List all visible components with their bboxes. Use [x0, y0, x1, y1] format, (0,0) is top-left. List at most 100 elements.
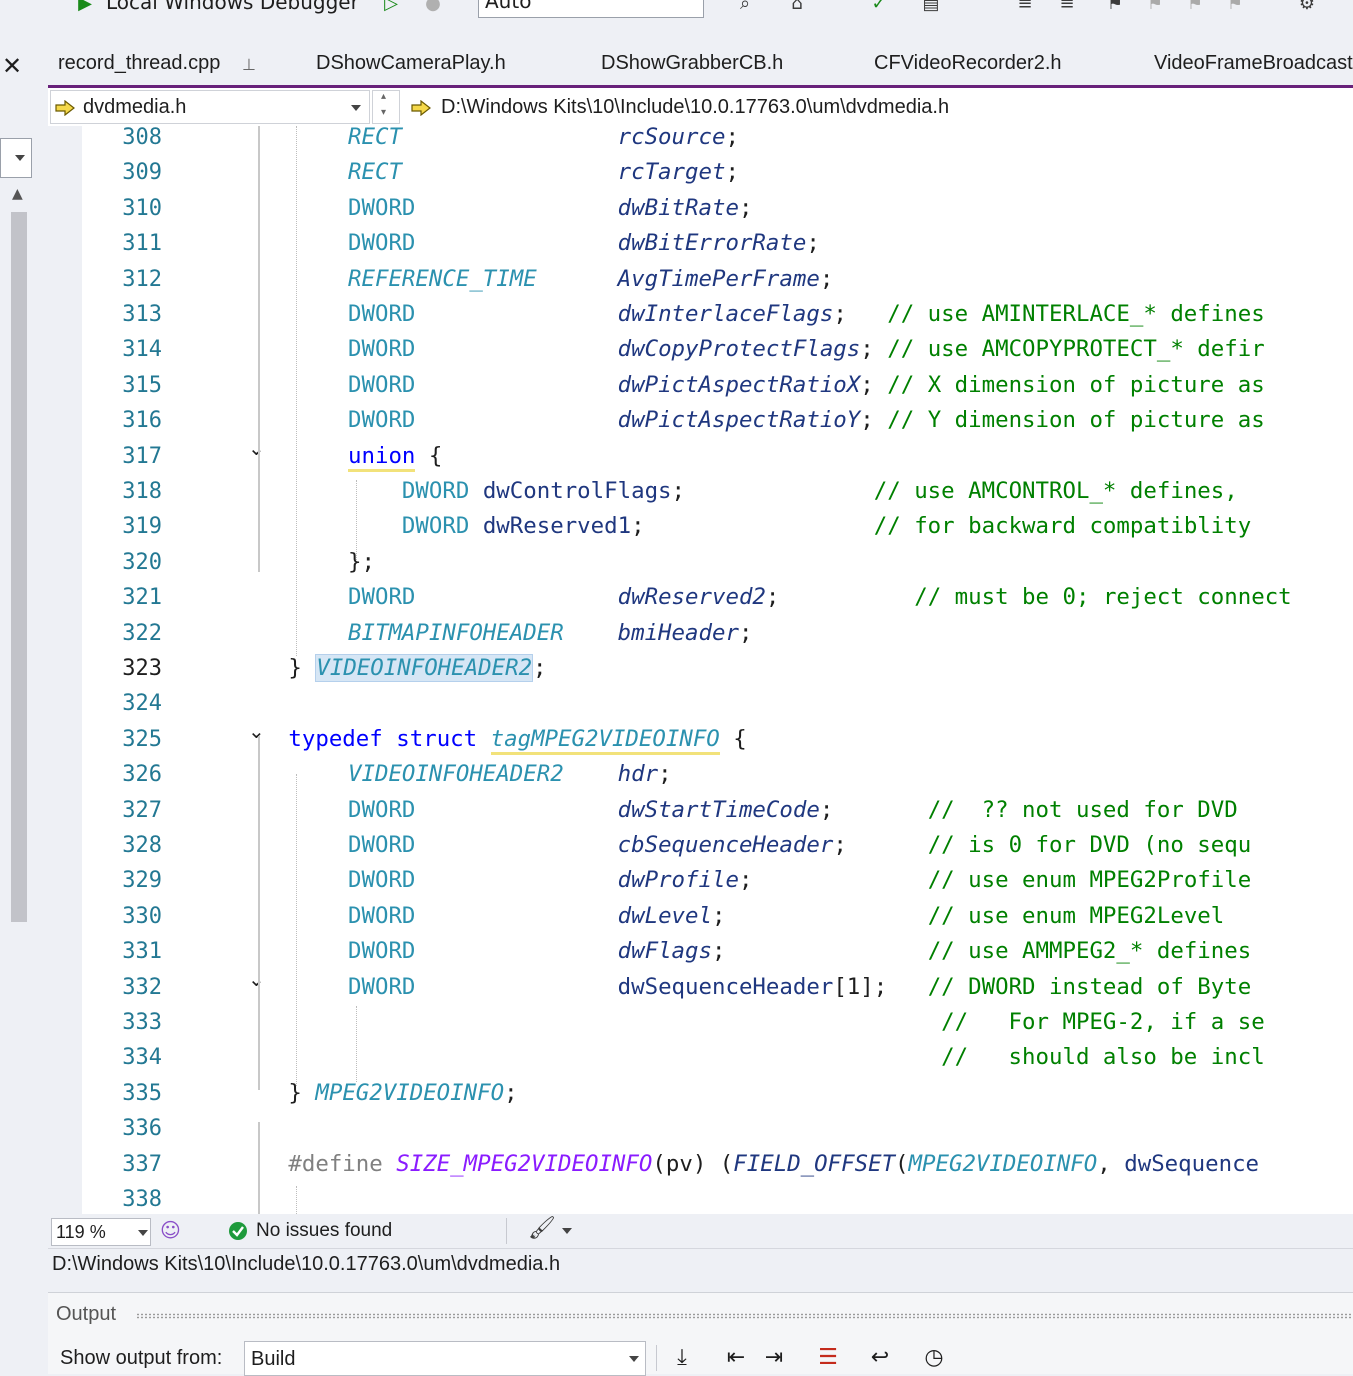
start-without-debugging-icon[interactable]: ▷: [382, 0, 400, 13]
outdent-icon[interactable]: ≡: [1016, 0, 1034, 13]
line-number: 327: [122, 797, 162, 823]
line-number: 330: [122, 903, 162, 929]
code-line[interactable]: 327 DWORD dwStartTimeCode; // ?? not used…: [48, 793, 1353, 828]
document-tab-bar: record_thread.cpp ⊥ DShowCameraPlay.h DS…: [48, 44, 1353, 88]
bookmark-prev-icon[interactable]: ⚑: [1146, 0, 1164, 13]
code-line[interactable]: 322 BITMAPINFOHEADER bmiHeader;: [48, 616, 1353, 651]
code-text: };: [348, 548, 375, 575]
previous-message-icon[interactable]: ⇤: [722, 1345, 750, 1371]
code-line[interactable]: 318 DWORD dwControlFlags; // use AMCONTR…: [48, 474, 1353, 509]
tab-dshow-grabber-cb[interactable]: DShowGrabberCB.h: [601, 52, 783, 75]
pin-icon[interactable]: ⊥: [242, 55, 256, 75]
code-text: // For MPEG-2, if a se: [941, 1009, 1265, 1035]
find-message-icon[interactable]: ⤓: [668, 1345, 696, 1371]
code-line[interactable]: 308 RECT rcSource;: [48, 126, 1353, 155]
code-line[interactable]: 336: [48, 1111, 1353, 1146]
gear-icon[interactable]: ⚙: [1298, 0, 1316, 13]
check-icon[interactable]: ✓: [870, 0, 888, 13]
code-text: // should also be incl: [941, 1044, 1265, 1071]
next-message-icon[interactable]: ⇥: [760, 1345, 788, 1371]
code-line[interactable]: 334 // should also be incl: [48, 1040, 1353, 1075]
bookmark-clear-icon[interactable]: ⚑: [1226, 0, 1244, 13]
code-line[interactable]: 314 DWORD dwCopyProtectFlags; // use AMCO…: [48, 332, 1353, 367]
code-line[interactable]: 330 DWORD dwLevel; // use enum MPEG2Level: [48, 899, 1353, 934]
output-source-select[interactable]: Build: [244, 1341, 646, 1376]
code-line[interactable]: 310 DWORD dwBitRate;: [48, 191, 1353, 226]
config-value: Auto: [485, 0, 532, 13]
clear-all-icon[interactable]: ☰: [814, 1345, 842, 1371]
line-number: 320: [122, 549, 162, 575]
copilot-icon[interactable]: ☺: [160, 1218, 181, 1242]
code-text: union {: [348, 439, 442, 474]
code-text: DWORD cbSequenceHeader; // is 0 for DVD …: [348, 832, 1252, 858]
divider: [656, 1345, 657, 1371]
word-wrap-icon[interactable]: ↩: [866, 1345, 894, 1371]
vertical-scrollbar[interactable]: [11, 212, 27, 922]
code-line[interactable]: 337 #define SIZE_MPEG2VIDEOINFO(pv) (FIEL…: [48, 1147, 1353, 1182]
issues-status[interactable]: No issues found: [256, 1220, 392, 1242]
tab-video-frame-broadcast[interactable]: VideoFrameBroadcast: [1154, 52, 1353, 75]
code-line[interactable]: 332 ⌄ DWORD dwSequenceHeader[1]; // DWORD …: [48, 967, 1353, 1005]
code-editor[interactable]: 308 RECT rcSource; 309 RECT rcTarget; 310 DWO…: [48, 126, 1353, 1214]
bookmark-icon[interactable]: ⚑: [1106, 0, 1124, 13]
collapse-chevron-icon[interactable]: ⌄: [248, 431, 265, 466]
config-combo[interactable]: Auto: [478, 0, 704, 18]
line-number: 317: [122, 443, 162, 469]
member-dropdown[interactable]: D:\Windows Kits\10\Include\10.0.17763.0\…: [404, 90, 1351, 124]
code-line[interactable]: 329 DWORD dwProfile; // use enum MPEG2Pro…: [48, 863, 1353, 898]
code-line[interactable]: 312 REFERENCE_TIME AvgTimePerFrame;: [48, 262, 1353, 297]
cleanup-brush-icon[interactable]: 🖌: [528, 1216, 556, 1241]
file-scope-dropdown[interactable]: dvdmedia.h: [50, 90, 370, 124]
line-number: 323: [122, 656, 162, 681]
code-line[interactable]: 309 RECT rcTarget;: [48, 155, 1353, 190]
code-line[interactable]: 325 ⌄ typedef struct tagMPEG2VIDEOINFO {: [48, 719, 1353, 757]
clock-icon[interactable]: ◷: [920, 1345, 948, 1371]
outline-guide: [258, 736, 260, 1090]
code-line[interactable]: 326 VIDEOINFOHEADER2 hdr;: [48, 757, 1353, 792]
code-line[interactable]: 319 DWORD dwReserved1; // for backward c…: [48, 509, 1353, 544]
line-number: 338: [122, 1187, 162, 1212]
home-icon[interactable]: ⌂: [788, 0, 806, 13]
code-line[interactable]: 320};: [48, 545, 1353, 580]
code-line[interactable]: 324: [48, 686, 1353, 721]
close-icon[interactable]: ✕: [2, 52, 22, 80]
code-line[interactable]: 333 // For MPEG-2, if a se: [48, 1005, 1353, 1040]
bookmark-next-icon[interactable]: ⚑: [1186, 0, 1204, 13]
debugger-label[interactable]: Local Windows Debugger: [106, 0, 359, 14]
indent-icon[interactable]: ≡: [1058, 0, 1076, 13]
split-spinner[interactable]: ▴ ▾: [372, 90, 400, 124]
zoom-combo[interactable]: 119 %: [51, 1218, 151, 1246]
code-text: DWORD dwPictAspectRatioX; // X dimension…: [348, 371, 1265, 398]
find-in-files-icon[interactable]: ⌕: [736, 0, 754, 13]
code-text: DWORD dwCopyProtectFlags; // use AMCOPYP…: [348, 336, 1265, 363]
collapse-chevron-icon[interactable]: ⌄: [248, 962, 265, 997]
line-number: 318: [122, 479, 162, 504]
code-line[interactable]: 315 DWORD dwPictAspectRatioX; // X dimens…: [48, 368, 1353, 403]
tab-cfvideo-recorder2[interactable]: CFVideoRecorder2.h: [874, 52, 1062, 75]
line-number: 329: [122, 868, 162, 894]
code-line[interactable]: 311 DWORD dwBitErrorRate;: [48, 226, 1353, 261]
code-text: #define SIZE_MPEG2VIDEOINFO(pv) (FIELD_O…: [288, 1150, 1260, 1177]
record-icon[interactable]: ●: [424, 0, 442, 13]
editor-status-row: 119 % ☺ No issues found 🖌: [48, 1214, 1353, 1248]
code-line[interactable]: 321 DWORD dwReserved2; // must be 0; reje…: [48, 580, 1353, 615]
check-circle-icon: [229, 1222, 247, 1240]
member-arrow-icon: [411, 100, 431, 116]
scroll-up-icon[interactable]: ▲: [12, 186, 23, 202]
tab-record-thread[interactable]: record_thread.cpp: [58, 52, 220, 75]
code-line[interactable]: 313 DWORD dwInterlaceFlags; // use AMINTE…: [48, 297, 1353, 332]
code-line[interactable]: 335} MPEG2VIDEOINFO;: [48, 1076, 1353, 1111]
start-debugging-icon[interactable]: ▶: [76, 0, 94, 13]
code-line[interactable]: 323} VIDEOINFOHEADER2;: [48, 651, 1353, 686]
side-dropdown[interactable]: [0, 138, 32, 178]
collapse-chevron-icon[interactable]: ⌄: [248, 714, 265, 749]
code-line[interactable]: 331 DWORD dwFlags; // use AMMPEG2_* defin…: [48, 934, 1353, 969]
code-line[interactable]: 338: [48, 1182, 1353, 1214]
code-line[interactable]: 328 DWORD cbSequenceHeader; // is 0 for D…: [48, 828, 1353, 863]
line-number: 331: [122, 939, 162, 965]
code-line[interactable]: 316 DWORD dwPictAspectRatioY; // Y dimens…: [48, 403, 1353, 438]
panel-grip[interactable]: [136, 1313, 1351, 1319]
code-line[interactable]: 317 ⌄ union {: [48, 436, 1353, 474]
tab-dshow-camera-play[interactable]: DShowCameraPlay.h: [316, 52, 506, 75]
print-icon[interactable]: ▤: [922, 0, 940, 13]
